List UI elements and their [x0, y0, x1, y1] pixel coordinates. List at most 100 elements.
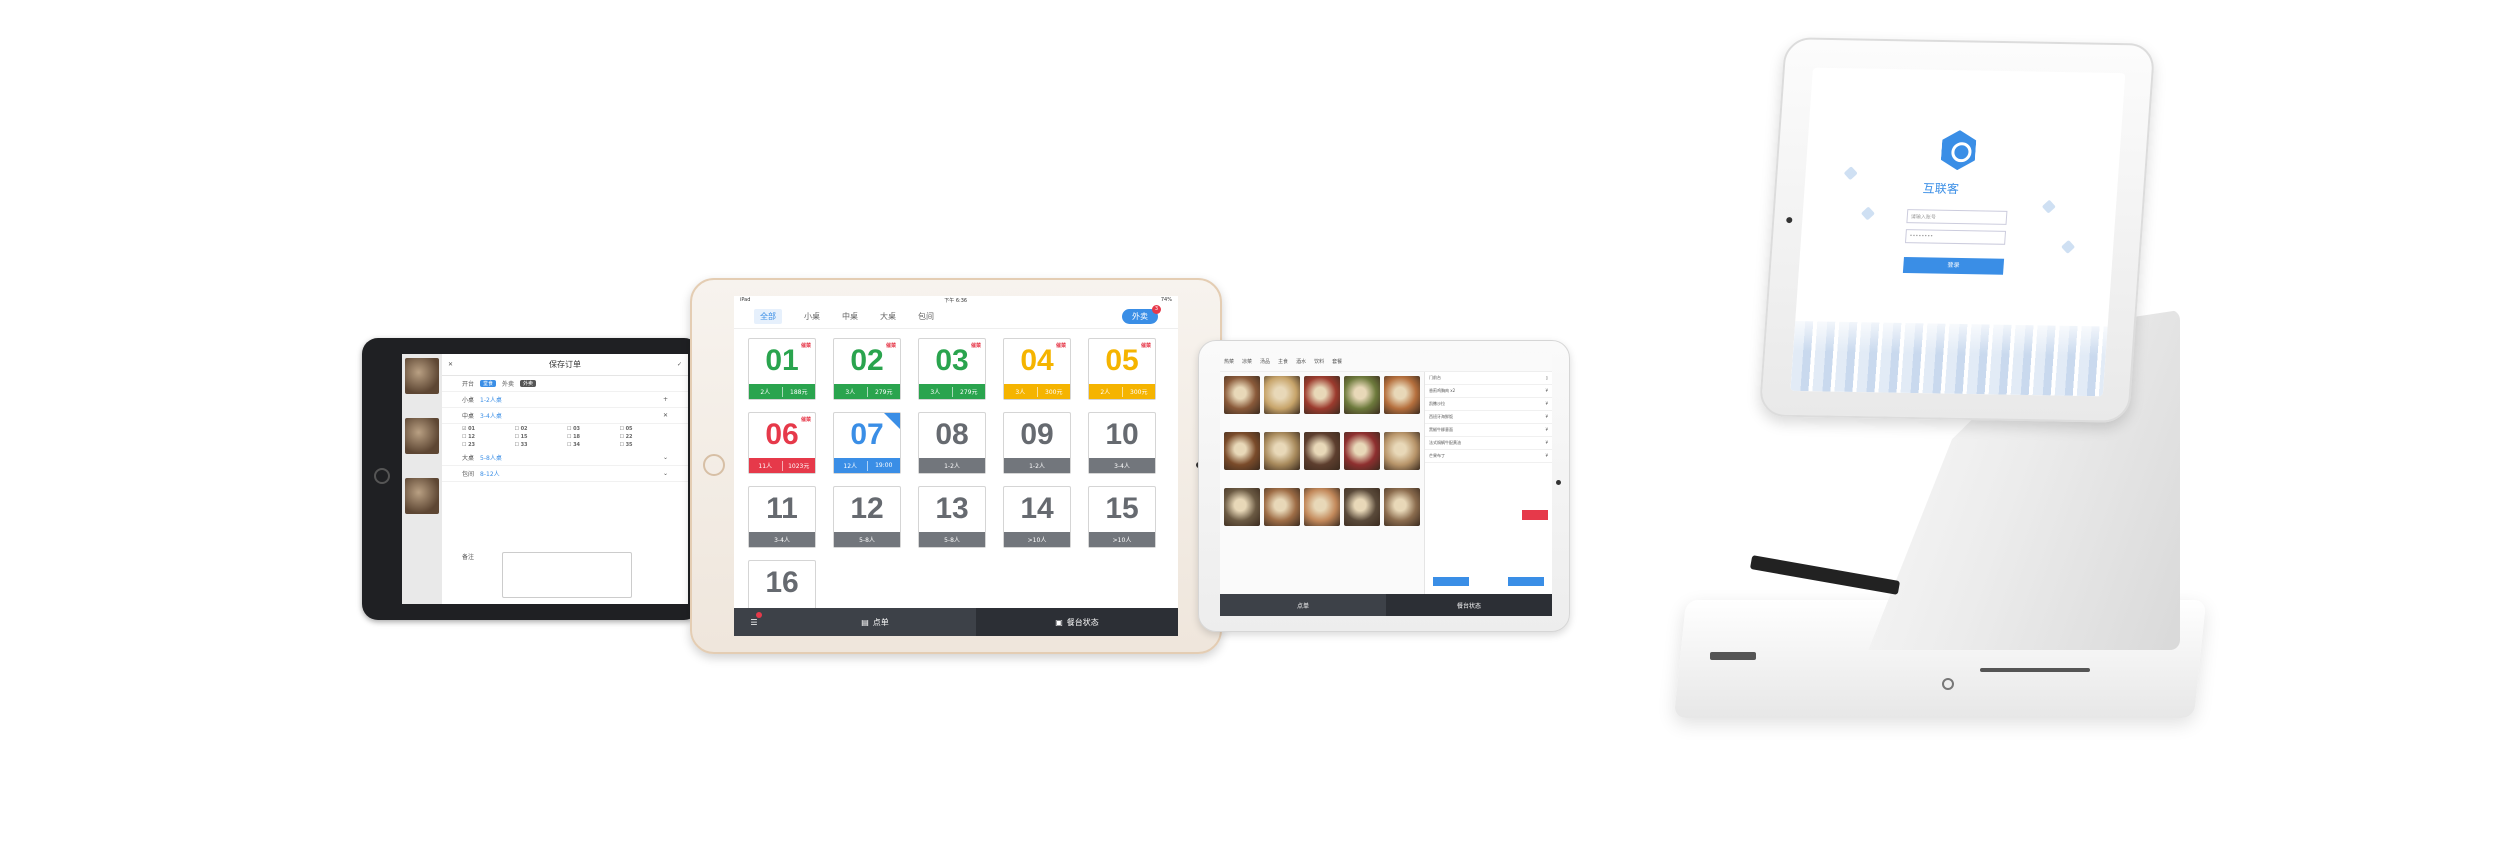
table-type-row[interactable]: 大桌 5-8人桌 ⌄: [442, 450, 688, 466]
table-checkbox[interactable]: ☐ 15: [515, 434, 564, 440]
table-checkbox[interactable]: ☑ 01: [462, 426, 511, 432]
table-checkbox[interactable]: ☐ 23: [462, 442, 511, 448]
table-checkbox[interactable]: ☐ 35: [620, 442, 669, 448]
table-type-row[interactable]: 包间 8-12人 ⌄: [442, 466, 688, 482]
order-line[interactable]: 香煎鸡胸肉 x2 ¥: [1425, 385, 1552, 398]
dish-card[interactable]: [1304, 376, 1340, 424]
dish-card[interactable]: [1344, 488, 1380, 536]
table-checkbox[interactable]: ☐ 03: [567, 426, 616, 432]
category-tab[interactable]: 热菜: [1224, 358, 1234, 367]
category-tab[interactable]: 汤品: [1260, 358, 1270, 367]
dish-card[interactable]: [1264, 432, 1300, 480]
order-nav-button[interactable]: 点单: [1220, 594, 1386, 616]
table-card[interactable]: 12 5-8人: [833, 486, 901, 548]
table-grid: 催菜 01 2人 188元 催菜 02 3人 279元 催菜 03 3人 279元 催菜 04 3人…: [748, 338, 1160, 622]
dish-card[interactable]: [1384, 376, 1420, 424]
table-card[interactable]: 催菜 04 3人 300元: [1003, 338, 1071, 400]
order-panel-title: 门前台: [1429, 375, 1441, 380]
dish-card[interactable]: [1384, 488, 1420, 536]
table-checkbox[interactable]: ☐ 34: [567, 442, 616, 448]
category-tab[interactable]: 饮料: [1314, 358, 1324, 367]
camera-icon: [1786, 217, 1793, 224]
order-line[interactable]: 西班牙海鲜饭 ¥: [1425, 411, 1552, 424]
dish-card[interactable]: [1224, 488, 1260, 536]
order-line[interactable]: 法式焗蜗牛配黄油 ¥: [1425, 437, 1552, 450]
order-nav-button[interactable]: ▤ 点单: [774, 608, 976, 636]
menu-button[interactable]: ☰: [734, 608, 774, 636]
confirm-button[interactable]: [1508, 577, 1544, 586]
tab-large[interactable]: 大桌: [880, 311, 896, 322]
submit-button[interactable]: [1522, 510, 1548, 520]
table-type-row[interactable]: 中桌 3-4人桌 ✕: [442, 408, 688, 424]
table-status-nav-button[interactable]: ▣ 餐台状态: [976, 608, 1178, 636]
order-line[interactable]: 芒果布丁 ¥: [1425, 450, 1552, 463]
table-card[interactable]: 催菜 06 11人 1023元: [748, 412, 816, 474]
order-line[interactable]: 黑椒牛柳意面 ¥: [1425, 424, 1552, 437]
takeout-label: 外卖: [502, 381, 515, 388]
dish-photo: [1344, 488, 1380, 526]
close-icon[interactable]: ✕: [448, 361, 453, 368]
category-tab[interactable]: 套餐: [1332, 358, 1342, 367]
chevron-down-icon[interactable]: ⌄: [663, 470, 668, 477]
order-line[interactable]: 凯撒沙拉 ¥: [1425, 398, 1552, 411]
table-type-row[interactable]: 小桌 1-2人桌 +: [442, 392, 688, 408]
order-line-name: 法式焗蜗牛配黄油: [1429, 440, 1461, 445]
table-card[interactable]: 14 >10人: [1003, 486, 1071, 548]
document-icon[interactable]: ▯: [1546, 375, 1548, 381]
table-checkbox[interactable]: ☐ 22: [620, 434, 669, 440]
table-checkbox[interactable]: ☐ 12: [462, 434, 511, 440]
table-card[interactable]: 15 >10人: [1088, 486, 1156, 548]
note-textarea[interactable]: [502, 552, 632, 598]
dish-card[interactable]: [1344, 432, 1380, 480]
dish-card[interactable]: [1344, 376, 1380, 424]
dish-card[interactable]: [1264, 488, 1300, 536]
home-button[interactable]: [374, 468, 390, 484]
plus-icon[interactable]: +: [663, 396, 668, 403]
save-order-header: ✕ 保存订单 ✓: [442, 354, 688, 376]
tab-medium[interactable]: 中桌: [842, 311, 858, 322]
table-checkbox[interactable]: ☐ 02: [515, 426, 564, 432]
takeout-toggle[interactable]: 外卖: [520, 380, 537, 387]
tab-small[interactable]: 小桌: [804, 311, 820, 322]
table-card[interactable]: 催菜 02 3人 279元: [833, 338, 901, 400]
category-tab[interactable]: 酒水: [1296, 358, 1306, 367]
decoration-icon: [1843, 166, 1858, 181]
home-button[interactable]: [703, 454, 725, 476]
password-input[interactable]: ••••••••: [1904, 229, 2007, 245]
check-icon[interactable]: ✓: [677, 361, 682, 368]
decoration-icon: [2061, 239, 2076, 254]
table-checkbox[interactable]: ☐ 33: [515, 442, 564, 448]
dine-in-toggle[interactable]: 堂食: [480, 380, 497, 387]
table-card[interactable]: 催菜 05 2人 300元: [1088, 338, 1156, 400]
power-button-icon[interactable]: [1942, 678, 1954, 690]
category-tab[interactable]: 主食: [1278, 358, 1288, 367]
dish-card[interactable]: [1384, 432, 1420, 480]
dish-card[interactable]: [1224, 432, 1260, 480]
table-status-nav-button[interactable]: 餐台状态: [1386, 594, 1552, 616]
account-input[interactable]: 请输入账号: [1906, 209, 2008, 225]
table-checkbox[interactable]: ☐ 18: [567, 434, 616, 440]
cancel-button[interactable]: [1433, 577, 1469, 586]
dish-card[interactable]: [1304, 488, 1340, 536]
table-card[interactable]: 催菜 01 2人 188元: [748, 338, 816, 400]
dish-card[interactable]: [1304, 432, 1340, 480]
dish-card[interactable]: [1224, 376, 1260, 424]
tab-private-room[interactable]: 包间: [918, 311, 934, 322]
dish-card[interactable]: [1264, 376, 1300, 424]
table-card[interactable]: 11 3-4人: [748, 486, 816, 548]
login-button[interactable]: 登录: [1902, 257, 2005, 275]
chevron-down-icon[interactable]: ⌄: [663, 454, 668, 461]
order-line-price: ¥: [1545, 427, 1548, 432]
table-card[interactable]: 催菜 03 3人 279元: [918, 338, 986, 400]
table-card[interactable]: 09 1-2人: [1003, 412, 1071, 474]
category-tab[interactable]: 凉菜: [1242, 358, 1252, 367]
table-card[interactable]: 10 3-4人: [1088, 412, 1156, 474]
close-icon[interactable]: ✕: [663, 412, 668, 419]
table-card[interactable]: 08 1-2人: [918, 412, 986, 474]
tab-all[interactable]: 全部: [754, 309, 782, 324]
table-card[interactable]: 07 12人 19:00: [833, 412, 901, 474]
table-checkbox[interactable]: ☐ 05: [620, 426, 669, 432]
takeout-button[interactable]: 外卖 3: [1122, 305, 1161, 324]
table-card[interactable]: 13 5-8人: [918, 486, 986, 548]
rush-tag: 催菜: [1055, 343, 1066, 349]
